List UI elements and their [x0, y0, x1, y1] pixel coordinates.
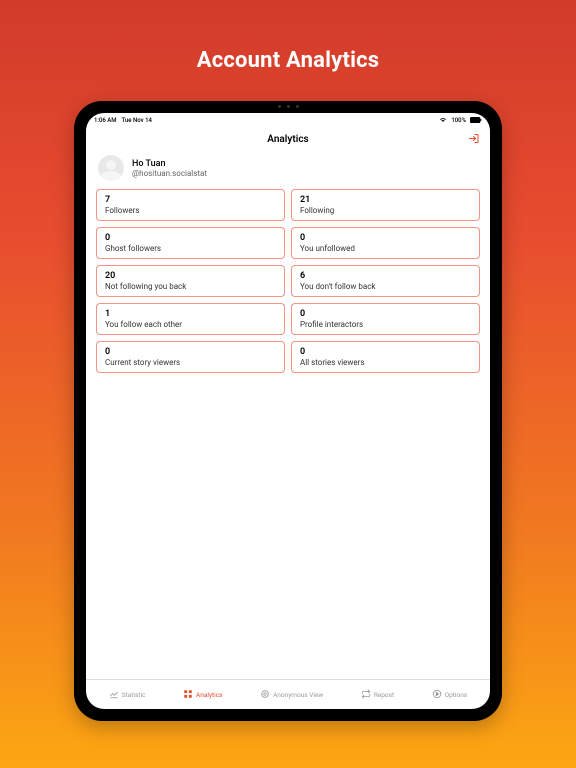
- tab-label: Statistic: [122, 691, 146, 699]
- status-time: 1:06 AM: [94, 117, 117, 124]
- card-label: Current story viewers: [105, 358, 276, 367]
- card-value: 0: [300, 347, 471, 357]
- tab-label: Analytics: [196, 691, 223, 699]
- card-value: 6: [300, 271, 471, 281]
- card-you-unfollowed[interactable]: 0 You unfollowed: [291, 227, 480, 259]
- profile-name: Ho Tuan: [132, 159, 207, 169]
- card-label: Ghost followers: [105, 244, 276, 253]
- card-value: 7: [105, 195, 276, 205]
- profile-handle: @hosituan.socialstat: [132, 169, 207, 178]
- card-ghost-followers[interactable]: 0 Ghost followers: [96, 227, 285, 259]
- avatar: [98, 155, 124, 181]
- card-value: 0: [300, 233, 471, 243]
- tab-analytics[interactable]: Analytics: [183, 689, 223, 701]
- card-label: Following: [300, 206, 471, 215]
- logout-icon[interactable]: [468, 130, 480, 149]
- card-follow-each-other[interactable]: 1 You follow each other: [96, 303, 285, 335]
- status-battery: 100%: [451, 117, 466, 124]
- card-value: 21: [300, 195, 471, 205]
- eye-icon: [260, 689, 270, 701]
- card-label: You follow each other: [105, 320, 276, 329]
- card-label: You don't follow back: [300, 282, 471, 291]
- card-label: Followers: [105, 206, 276, 215]
- card-label: You unfollowed: [300, 244, 471, 253]
- page-title: Analytics: [267, 134, 308, 145]
- card-profile-interactors[interactable]: 0 Profile interactors: [291, 303, 480, 335]
- card-value: 20: [105, 271, 276, 281]
- card-not-following-back[interactable]: 20 Not following you back: [96, 265, 285, 297]
- tab-anonymous-view[interactable]: Anonymous View: [260, 689, 323, 701]
- stats-grid: 7 Followers 21 Following 0 Ghost followe…: [86, 189, 490, 373]
- repost-icon: [361, 689, 371, 701]
- tab-label: Repost: [374, 691, 394, 699]
- card-value: 0: [105, 347, 276, 357]
- tab-label: Anonymous View: [273, 691, 323, 699]
- status-bar: 1:06 AM Tue Nov 14 100%: [86, 113, 490, 127]
- tab-statistic[interactable]: Statistic: [109, 689, 146, 701]
- screen: 1:06 AM Tue Nov 14 100% Analytics: [86, 113, 490, 709]
- card-dont-follow-back[interactable]: 6 You don't follow back: [291, 265, 480, 297]
- card-followers[interactable]: 7 Followers: [96, 189, 285, 221]
- card-value: 1: [105, 309, 276, 319]
- card-all-stories-viewers[interactable]: 0 All stories viewers: [291, 341, 480, 373]
- hero-title: Account Analytics: [197, 48, 380, 73]
- tab-label: Options: [445, 691, 467, 699]
- card-value: 0: [300, 309, 471, 319]
- card-following[interactable]: 21 Following: [291, 189, 480, 221]
- card-current-story-viewers[interactable]: 0 Current story viewers: [96, 341, 285, 373]
- options-icon: [432, 689, 442, 701]
- tab-bar: Statistic Analytics Anonymous View Repos…: [86, 679, 490, 709]
- chart-icon: [109, 689, 119, 701]
- card-value: 0: [105, 233, 276, 243]
- status-date: Tue Nov 14: [122, 117, 152, 124]
- profile-header: Ho Tuan @hosituan.socialstat: [86, 151, 490, 189]
- device-frame: 1:06 AM Tue Nov 14 100% Analytics: [74, 101, 502, 721]
- grid-icon: [183, 689, 193, 701]
- card-label: Profile interactors: [300, 320, 471, 329]
- tab-options[interactable]: Options: [432, 689, 467, 701]
- card-label: Not following you back: [105, 282, 276, 291]
- tab-repost[interactable]: Repost: [361, 689, 394, 701]
- nav-bar: Analytics: [86, 127, 490, 151]
- battery-icon: [470, 117, 482, 123]
- card-label: All stories viewers: [300, 358, 471, 367]
- wifi-icon: [439, 117, 447, 123]
